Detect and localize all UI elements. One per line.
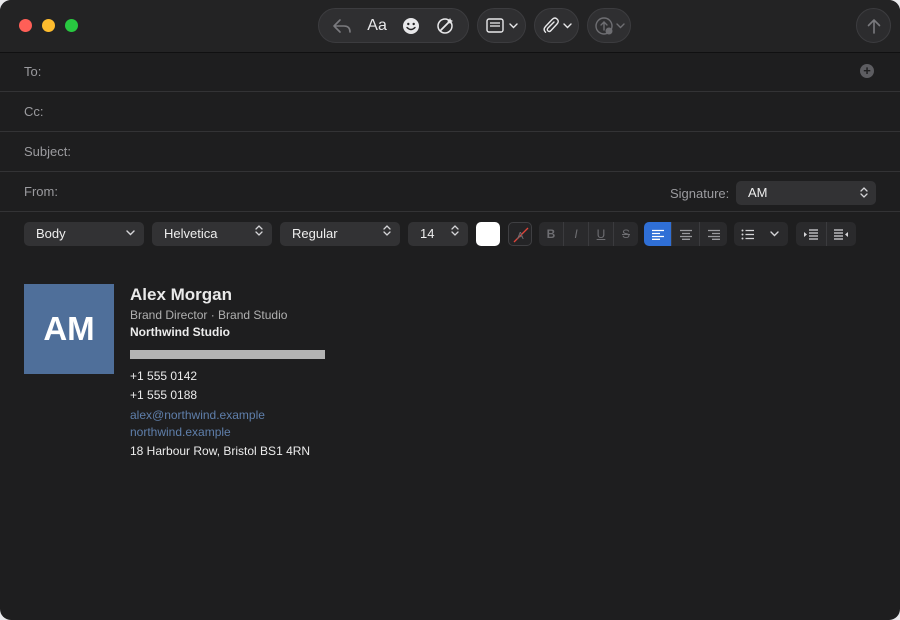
signature-role: Brand Director · Brand Studio [130,308,288,322]
to-field[interactable]: To: + [0,52,900,92]
chevron-down-icon [616,22,625,29]
font-family-select[interactable]: Helvetica [152,222,272,246]
text-style-group: B I U S [539,222,638,246]
cc-field[interactable]: Cc: [0,92,900,132]
subject-label: Subject: [24,144,71,159]
toolbar: Aa [0,0,900,53]
increase-indent-icon [834,228,849,240]
decrease-indent-button[interactable] [796,222,827,246]
chevron-down-icon [509,22,518,29]
signature-phone-1: +1 555 0142 [130,369,198,383]
from-row: From: Signature: AM [0,172,900,212]
font-family-value: Helvetica [164,226,218,241]
send-icon [867,18,881,34]
avatar-initials: AM [43,310,95,347]
paragraph-style-value: Body [36,226,66,241]
italic-button[interactable]: I [564,222,589,246]
compose-window: Aa To: + Cc: Subject: From: Signature: A… [0,0,900,620]
updown-chevron-icon [255,222,263,246]
subject-field[interactable]: Subject: [0,132,900,172]
align-right-icon [707,229,720,240]
close-window-button[interactable] [19,19,32,32]
font-size-select[interactable]: 14 [408,222,468,246]
header-view-icon [486,18,504,33]
signature-value: AM [748,185,768,200]
updown-chevron-icon [451,222,459,246]
zoom-window-button[interactable] [65,19,78,32]
signature-company: Northwind Studio [130,325,230,339]
font-weight-select[interactable]: Regular [280,222,400,246]
signature-select[interactable]: AM [736,181,876,205]
strikethrough-button[interactable]: S [614,222,638,246]
alignment-group [644,222,727,246]
signature-name: Alex Morgan [130,285,233,304]
chevron-down-icon [563,22,572,29]
align-left-button[interactable] [644,222,672,246]
indent-group [796,222,856,246]
add-recipient-icon[interactable]: + [860,64,874,78]
align-center-button[interactable] [672,222,700,246]
attach-button[interactable] [534,8,579,43]
signature-email-link[interactable]: alex@northwind.example [130,408,265,422]
align-left-icon [651,229,664,240]
header-view-button[interactable] [477,8,526,43]
signature-website-link[interactable]: northwind.example [130,425,231,439]
emoji-icon[interactable] [402,17,420,35]
photo-browser-icon [594,16,614,36]
text-color-swatch[interactable] [476,222,500,246]
signature-address: 18 Harbour Row, Bristol BS1 4RN [130,444,311,458]
format-toolbar-group: Aa [318,8,469,43]
message-body[interactable]: AM Alex Morgan Brand Director · Brand St… [0,258,900,620]
signature-divider-bar [130,350,325,359]
to-label: To: [24,64,42,79]
chevron-down-icon [126,222,135,246]
increase-indent-button[interactable] [827,222,857,246]
svg-text:A: A [517,231,524,242]
writing-tools-icon[interactable] [435,16,455,36]
cc-label: Cc: [24,104,44,119]
updown-chevron-icon [383,222,391,246]
from-label: From: [24,184,58,199]
bold-button[interactable]: B [539,222,564,246]
signature-avatar: AM [24,284,114,374]
minimize-window-button[interactable] [42,19,55,32]
reply-icon[interactable] [332,17,352,35]
font-weight-value: Regular [292,226,338,241]
paragraph-style-select[interactable]: Body [24,222,144,246]
photo-browser-button[interactable] [587,8,631,43]
decrease-indent-icon [803,228,818,240]
chevron-down-icon [761,222,788,246]
updown-chevron-icon [860,187,868,198]
list-style-select[interactable] [734,222,788,246]
no-color-icon: A [513,227,529,243]
format-text-button[interactable]: Aa [367,17,387,35]
bulleted-list-icon [734,222,761,246]
paperclip-icon [542,16,560,35]
underline-button[interactable]: U [589,222,614,246]
signature-label: Signature: [670,186,730,201]
format-bar: Body Helvetica Regular 14 A B I U S [0,222,900,246]
send-button[interactable] [856,8,891,43]
align-right-button[interactable] [700,222,727,246]
align-center-icon [679,229,692,240]
background-color-swatch[interactable]: A [508,222,532,246]
font-size-value: 14 [420,226,435,241]
signature-phone-2: +1 555 0188 [130,388,198,402]
